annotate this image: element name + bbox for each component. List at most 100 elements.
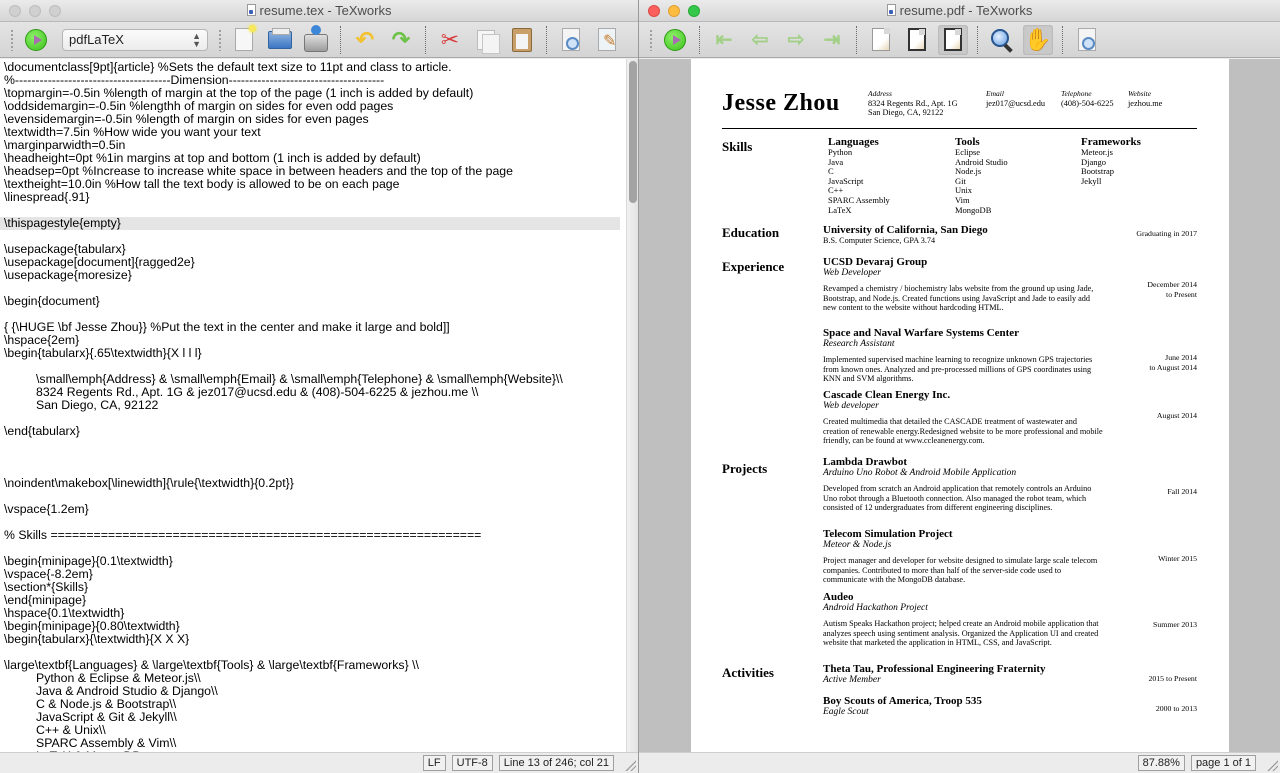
experience-entry: Cascade Clean Energy Inc. Web developer Cr… [823,389,1197,446]
code-line[interactable] [4,438,626,451]
toolbar-separator [977,25,978,54]
document-icon [246,4,256,16]
find-button[interactable] [556,25,586,55]
entry-description: Implemented supervised machine learning … [823,355,1093,384]
resize-grip-icon[interactable] [624,759,636,771]
experience-entry: UCSD Devaraj Group Web Developer Revamped … [823,256,1197,313]
pdf-view-area[interactable]: Jesse Zhou Address 8324 Regents Rd., Apt… [639,59,1280,752]
contact-line: jezhou.me [1128,98,1163,108]
contact-line: (408)-504-6225 [1061,98,1114,108]
first-page-button[interactable]: ⇤ [709,25,739,55]
new-document-button[interactable] [229,25,259,55]
code-line[interactable] [4,412,626,425]
copy-button[interactable] [471,25,501,55]
undo-button[interactable]: ↶ [350,25,380,55]
code-line[interactable]: \begin{document} [4,295,626,308]
find-button[interactable] [1072,25,1102,55]
code-line[interactable]: { {\HUGE \bf Jesse Zhou}} %Put the text … [4,321,626,334]
toolbar-separator [340,25,341,54]
cut-button[interactable]: ✂ [435,25,465,55]
viewer-titlebar[interactable]: resume.pdf - TeXworks [639,0,1280,22]
editor-titlebar[interactable]: resume.tex - TeXworks [0,0,638,22]
entry-org: UCSD Devaraj Group [823,256,928,268]
redo-button[interactable]: ↷ [386,25,416,55]
entry-date-line: Summer 2013 [1153,620,1197,629]
code-line[interactable] [4,451,626,464]
toolbar-grip[interactable] [10,28,14,51]
code-text[interactable]: \documentclass[9pt]{article} %Sets the d… [0,59,626,752]
entry-date-line: 2015 to Present [1148,674,1197,683]
magnify-button[interactable] [987,25,1017,55]
entry-role: Research Assistant [823,339,895,349]
fit-window-button[interactable] [938,24,968,55]
fit-width-button[interactable] [902,25,932,55]
zoom-level-indicator[interactable]: 87.88% [1137,755,1185,771]
hand-icon: ✋ [1024,26,1052,52]
save-icon [304,24,328,52]
actual-size-button[interactable] [866,25,896,55]
contact-label: Telephone [1061,89,1092,98]
toolbar-grip[interactable] [218,28,222,51]
editor-vertical-scrollbar[interactable] [626,59,638,752]
open-button[interactable] [265,25,295,55]
source-editor[interactable]: \documentclass[9pt]{article} %Sets the d… [0,59,626,752]
entry-date-line: 2000 to 2013 [1155,704,1197,713]
replace-button[interactable] [592,25,622,55]
paste-button[interactable] [507,25,537,55]
code-line[interactable]: \begin{tabularx}{\textwidth}{X X X} [4,633,626,646]
current-code-line[interactable]: \thispagestyle{empty} [0,217,620,230]
undo-icon: ↶ [355,26,375,52]
scroll-hand-button[interactable]: ✋ [1023,24,1053,55]
editor-toolbar: pdfLaTeX ▲ ▼ ↶ ↷ ✂ [0,22,638,58]
typeset-button[interactable] [21,25,51,55]
page-indicator[interactable]: page 1 of 1 [1190,755,1256,771]
entry-date: Fall 2014 [1167,487,1197,497]
toolbar-separator [425,25,426,54]
entry-date-line: August 2014 [1156,411,1197,420]
code-line[interactable] [4,490,626,503]
scrollbar-thumb[interactable] [629,61,637,203]
toolbar-grip[interactable] [649,28,653,51]
code-line[interactable]: San Diego, CA, 92122 [4,399,626,412]
arrow-right-icon: ⇨ [787,28,805,51]
find-icon [562,28,580,51]
code-line[interactable]: % Skills ===============================… [4,529,626,542]
entry-date: December 2014 to Present [1147,280,1197,299]
skill-item: Java [828,156,844,167]
entry-date: Summer 2013 [1153,620,1197,630]
code-line[interactable]: \vspace{1.2em} [4,503,626,516]
projects-entry: Telecom Simulation Project Meteor & Node.… [823,528,1197,585]
code-line[interactable]: \end{tabularx} [4,425,626,438]
viewer-statusbar: 87.88% page 1 of 1 [639,752,1280,773]
section-title-skills: Skills [722,139,753,154]
code-line[interactable]: \vspace{-8.2em} [4,568,626,581]
contact-website: Website jezhou.me [1128,89,1162,108]
section-title-activities: Activities [722,665,774,680]
typeset-engine-select[interactable]: pdfLaTeX ▲ ▼ [62,28,208,51]
contact-label: Website [1128,89,1152,98]
entry-org: Cascade Clean Energy Inc. [823,389,951,401]
code-line[interactable]: \linespread{.91} [4,191,626,204]
code-line[interactable]: \begin{tabularx}{.65\textwidth}{X l l l} [4,347,626,360]
entry-role: Meteor & Node.js [823,540,892,550]
document-icon [886,4,896,16]
last-page-button[interactable]: ⇥ [817,25,847,55]
code-line[interactable]: \usepackage{moresize} [4,269,626,282]
next-page-button[interactable]: ⇨ [781,25,811,55]
save-button[interactable] [301,24,331,55]
code-line[interactable]: \noindent\makebox[\linewidth]{\rule{\tex… [4,477,626,490]
toolbar-separator [546,25,547,54]
line-ending-indicator[interactable]: LF [422,755,446,771]
pdf-page[interactable]: Jesse Zhou Address 8324 Regents Rd., Apt… [691,59,1229,752]
typeset-button[interactable] [660,25,690,55]
entry-description: Revamped a chemistry / biochemistry labs… [823,284,1094,313]
code-line[interactable]: \textheight=10.0in %How tall the text bo… [4,178,626,191]
previous-page-button[interactable]: ⇦ [745,25,775,55]
entry-date: Winter 2015 [1158,554,1197,564]
encoding-indicator[interactable]: UTF-8 [451,755,493,771]
code-line[interactable]: \section*{Skills} [4,581,626,594]
code-line[interactable]: \begin{minipage}{0.1\textwidth} [4,555,626,568]
resize-grip-icon[interactable] [1266,759,1278,771]
contact-telephone: Telephone (408)-504-6225 [1061,89,1114,108]
editor-window-title: resume.tex - TeXworks [259,3,392,18]
